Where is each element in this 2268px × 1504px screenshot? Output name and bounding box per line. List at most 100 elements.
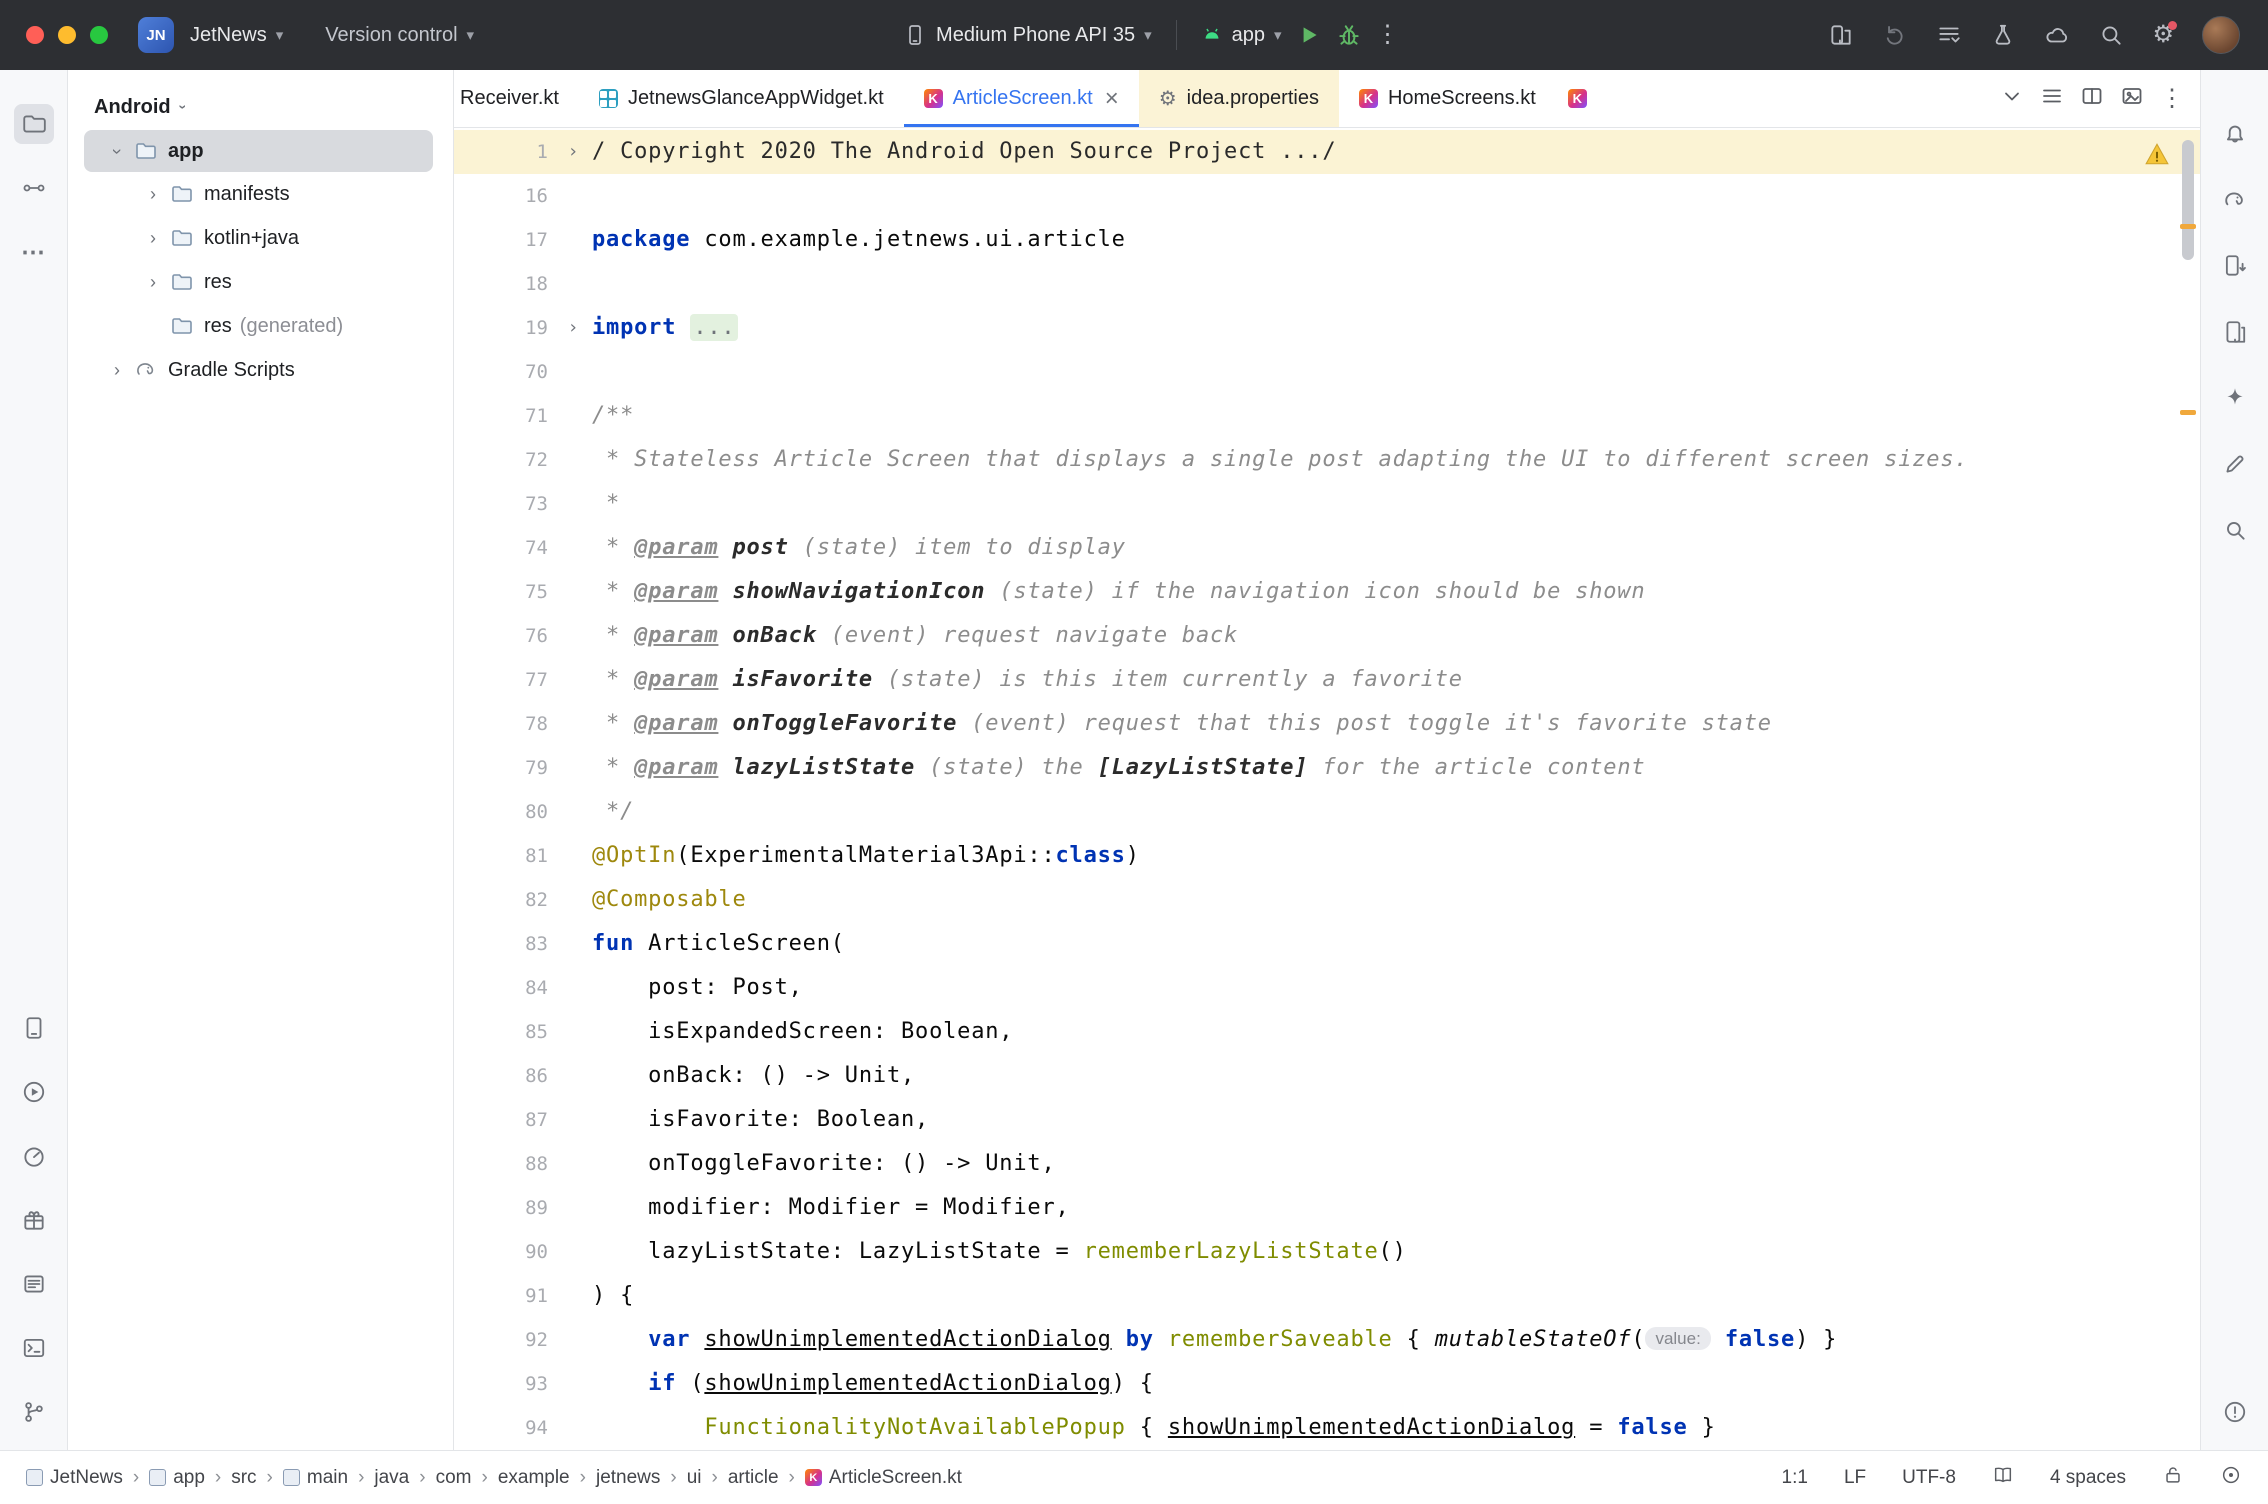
breadcrumb-item-file[interactable]: K ArticleScreen.kt (805, 1467, 962, 1489)
device-selector[interactable]: Medium Phone API 35 ▾ (903, 23, 1152, 47)
code-line-83[interactable]: 83fun ArticleScreen( (454, 922, 2200, 966)
code-line-82[interactable]: 82@Composable (454, 878, 2200, 922)
warning-triangle-icon[interactable] (2144, 142, 2170, 166)
scrollbar-thumb[interactable] (2182, 140, 2194, 260)
tree-item-kotlin-java[interactable]: › kotlin+java (68, 216, 453, 260)
tree-item-app[interactable]: › app (84, 130, 433, 172)
code-line-85[interactable]: 85 isExpandedScreen: Boolean, (454, 1010, 2200, 1054)
code-line-89[interactable]: 89 modifier: Modifier = Modifier, (454, 1186, 2200, 1230)
tree-item-res-generated[interactable]: res (generated) (68, 304, 453, 348)
notifications-icon[interactable] (2215, 114, 2255, 154)
code-line-19[interactable]: 19›import ... (454, 306, 2200, 350)
code-line-73[interactable]: 73 * (454, 482, 2200, 526)
device-manager-icon[interactable] (2215, 246, 2255, 286)
code-line-16[interactable]: 16 (454, 174, 2200, 218)
code-line-91[interactable]: 91) { (454, 1274, 2200, 1318)
app-quality-insights-icon[interactable] (14, 1200, 54, 1240)
inspections-icon[interactable] (2220, 1464, 2242, 1492)
tab-article-screen[interactable]: K ArticleScreen.kt × (904, 70, 1139, 127)
tests-flask-icon[interactable] (1990, 22, 2016, 48)
chevron-collapsed-icon[interactable]: › (140, 272, 166, 293)
code-line-93[interactable]: 93 if (showUnimplementedActionDialog) { (454, 1362, 2200, 1406)
problems-icon[interactable] (2215, 1392, 2255, 1432)
project-tool-icon[interactable] (14, 104, 54, 144)
breadcrumb-item[interactable]: example (498, 1467, 570, 1489)
code-line-94[interactable]: 94 FunctionalityNotAvailablePopup { show… (454, 1406, 2200, 1450)
avatar[interactable] (2202, 16, 2240, 54)
device-explorer-icon[interactable] (14, 1008, 54, 1048)
tab-list-icon[interactable] (2040, 84, 2064, 113)
more-vertical-icon[interactable]: ⋮ (2160, 87, 2184, 111)
code-line-1[interactable]: 1›/ Copyright 2020 The Android Open Sour… (454, 130, 2200, 174)
run-button[interactable] (1296, 22, 1322, 48)
tab-clipped[interactable]: K (1556, 70, 1602, 127)
code-line-71[interactable]: 71/** (454, 394, 2200, 438)
compose-preview-icon[interactable] (2215, 444, 2255, 484)
project-selector[interactable]: JetNews ▾ (190, 24, 283, 47)
breadcrumb-item[interactable]: main (283, 1467, 348, 1489)
commit-tool-icon[interactable] (14, 168, 54, 208)
image-preview-icon[interactable] (2120, 84, 2144, 113)
code-line-77[interactable]: 77 * @param isFavorite (state) is this i… (454, 658, 2200, 702)
code-line-86[interactable]: 86 onBack: () -> Unit, (454, 1054, 2200, 1098)
reader-mode-icon[interactable] (1992, 1464, 2014, 1492)
code-line-75[interactable]: 75 * @param showNavigationIcon (state) i… (454, 570, 2200, 614)
code-line-74[interactable]: 74 * @param post (state) item to display (454, 526, 2200, 570)
chevron-collapsed-icon[interactable]: › (104, 360, 130, 381)
gemini-icon[interactable] (2215, 378, 2255, 418)
warning-stripe-mark[interactable] (2180, 410, 2196, 415)
code-line-88[interactable]: 88 onToggleFavorite: () -> Unit, (454, 1142, 2200, 1186)
tab-jetnews-glance-app-widget[interactable]: JetnewsGlanceAppWidget.kt (579, 70, 904, 127)
code-line-18[interactable]: 18 (454, 262, 2200, 306)
code-line-81[interactable]: 81@OptIn(ExperimentalMaterial3Api::class… (454, 834, 2200, 878)
code-line-92[interactable]: 92 var showUnimplementedActionDialog by … (454, 1318, 2200, 1362)
more-run-actions-button[interactable]: ⋮ (1376, 23, 1400, 47)
chevron-collapsed-icon[interactable]: › (140, 228, 166, 249)
close-tab-icon[interactable]: × (1105, 87, 1119, 111)
chevron-expanded-icon[interactable]: › (107, 138, 128, 164)
debug-button[interactable] (1336, 22, 1362, 48)
logcat-icon[interactable] (14, 1264, 54, 1304)
caret-position[interactable]: 1:1 (1782, 1467, 1808, 1489)
code-line-17[interactable]: 17package com.example.jetnews.ui.article (454, 218, 2200, 262)
zoom-window-button[interactable] (90, 26, 108, 44)
tree-item-res[interactable]: › res (68, 260, 453, 304)
profiler-icon[interactable] (14, 1136, 54, 1176)
indent-config[interactable]: 4 spaces (2050, 1467, 2126, 1489)
version-control-menu[interactable]: Version control ▾ (325, 24, 474, 47)
run-tool-icon[interactable] (14, 1072, 54, 1112)
gradle-icon[interactable] (2215, 180, 2255, 220)
terminal-icon[interactable] (14, 1328, 54, 1368)
device-mirror-icon[interactable] (1828, 22, 1854, 48)
code-line-84[interactable]: 84 post: Post, (454, 966, 2200, 1010)
more-tools-icon[interactable]: ⋯ (14, 232, 54, 272)
breadcrumb-item-project[interactable]: JetNews (26, 1467, 123, 1489)
breadcrumb-item[interactable]: com (436, 1467, 472, 1489)
editor[interactable]: 1›/ Copyright 2020 The Android Open Sour… (454, 128, 2200, 1450)
running-devices-icon[interactable] (2215, 312, 2255, 352)
lock-icon[interactable] (2162, 1464, 2184, 1492)
breadcrumb-item[interactable]: java (374, 1467, 409, 1489)
project-view-selector[interactable]: Android › (68, 84, 453, 130)
code-line-80[interactable]: 80 */ (454, 790, 2200, 834)
chevron-down-icon[interactable] (2000, 84, 2024, 113)
breadcrumb-item[interactable]: ui (687, 1467, 702, 1489)
code-line-70[interactable]: 70 (454, 350, 2200, 394)
code-line-76[interactable]: 76 * @param onBack (event) request navig… (454, 614, 2200, 658)
split-editor-icon[interactable] (2080, 84, 2104, 113)
tab-idea-properties[interactable]: ⚙ idea.properties (1139, 70, 1339, 127)
fold-toggle-icon[interactable]: › (554, 130, 592, 174)
code-line-72[interactable]: 72 * Stateless Article Screen that displ… (454, 438, 2200, 482)
restore-icon[interactable] (1882, 22, 1908, 48)
version-control-icon[interactable] (14, 1392, 54, 1432)
tab-home-screens[interactable]: K HomeScreens.kt (1339, 70, 1556, 127)
cloud-sync-icon[interactable] (2044, 22, 2070, 48)
tree-item-manifests[interactable]: › manifests (68, 172, 453, 216)
app-inspection-icon[interactable] (2215, 510, 2255, 550)
warning-stripe-mark[interactable] (2180, 224, 2196, 229)
chevron-collapsed-icon[interactable]: › (140, 184, 166, 205)
breadcrumb-item[interactable]: src (231, 1467, 256, 1489)
search-icon[interactable] (2098, 22, 2124, 48)
run-config-selector[interactable]: app ▾ (1201, 24, 1282, 47)
breadcrumb-item-module[interactable]: app (149, 1467, 205, 1489)
